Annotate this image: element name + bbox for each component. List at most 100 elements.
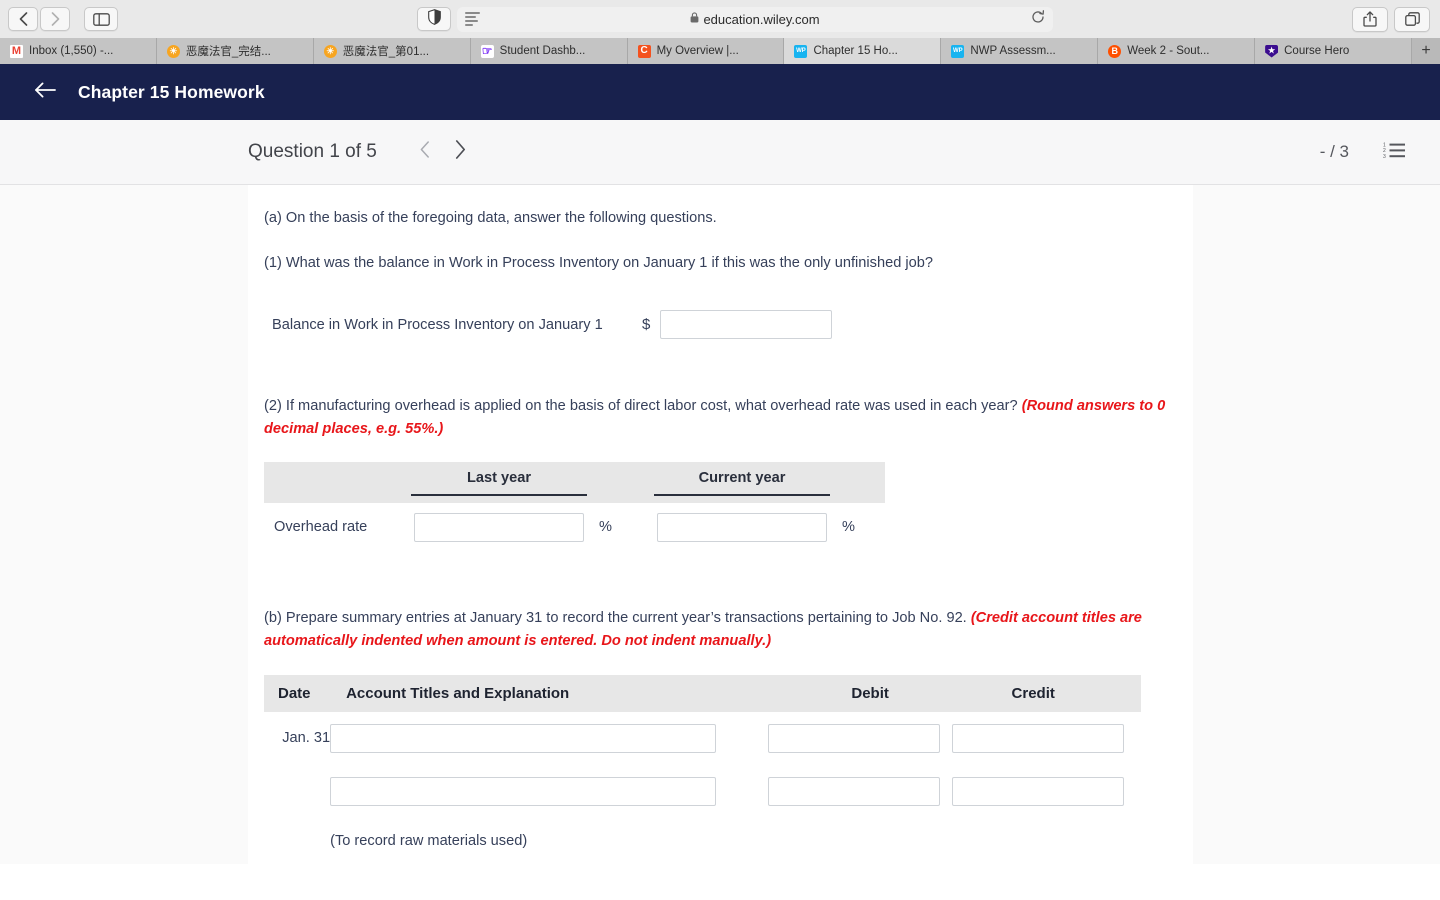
sidebar-toggle-button[interactable] [84, 7, 118, 31]
journal-note-date-cell [264, 818, 330, 864]
question-navigation-bar: Question 1 of 5 - / 3 1 2 3 [0, 120, 1440, 185]
svg-text:3: 3 [1383, 154, 1386, 159]
purple-swirl-icon: ☞ [480, 44, 494, 58]
browser-tab[interactable]: ☞ Student Dashb... [470, 38, 628, 64]
address-bar[interactable]: education.wiley.com [457, 6, 1053, 32]
journal-account-input[interactable] [330, 723, 717, 753]
back-button[interactable] [34, 81, 56, 104]
tab-title: Course Hero [1284, 45, 1350, 57]
journal-row-debit-cell [768, 712, 951, 765]
privacy-report-button[interactable] [417, 7, 451, 31]
overhead-header-last-year-label: Last year [411, 470, 587, 496]
arrow-left-icon [34, 81, 56, 104]
journal-credit-input[interactable] [951, 723, 1124, 753]
browser-tab[interactable]: ☀ 恶魔法官_完结... [156, 38, 314, 64]
tab-title: 恶魔法官_完结... [185, 46, 271, 58]
table-row: Jan. 31 [264, 712, 1141, 765]
score-display: - / 3 [1319, 142, 1349, 161]
browser-tab[interactable]: ★ Course Hero [1255, 38, 1413, 64]
tab-title: Student Dashb... [499, 45, 586, 57]
journal-row-account-cell [330, 765, 768, 818]
lock-icon [690, 10, 699, 28]
balance-input-row: Balance in Work in Process Inventory on … [264, 310, 1177, 340]
chevron-right-icon [455, 139, 466, 165]
journal-table-body: Jan. 31 (To record raw materials used) [264, 712, 1141, 864]
tab-overview-button[interactable] [1394, 6, 1430, 32]
tab-title: 恶魔法官_第01... [342, 46, 430, 58]
forward-button[interactable] [40, 7, 70, 31]
browser-tab[interactable]: C My Overview |... [627, 38, 785, 64]
address-bar-zone: education.wiley.com [118, 6, 1352, 32]
journal-table-head: Date Account Titles and Explanation Debi… [264, 674, 1141, 712]
table-row: (To record raw materials used) [264, 818, 1141, 864]
wileyplus-icon: WP [951, 44, 965, 58]
question-2-main: (2) If manufacturing overhead is applied… [264, 398, 1018, 415]
overhead-rate-current-year-input[interactable] [657, 512, 827, 542]
page-body: (a) On the basis of the foregoing data, … [0, 185, 1440, 864]
journal-row-debit-cell [768, 765, 951, 818]
overhead-header-last-year: Last year [399, 462, 599, 504]
coursehero-icon: ★ [1265, 44, 1279, 58]
percent-symbol-current-year: % [842, 519, 855, 536]
share-button[interactable] [1352, 6, 1388, 32]
chevron-left-icon [420, 140, 430, 164]
question-2-text: (2) If manufacturing overhead is applied… [264, 395, 1177, 440]
part-b-text: (b) Prepare summary entries at January 3… [264, 607, 1177, 652]
table-row [264, 765, 1141, 818]
question-counter: Question 1 of 5 [248, 141, 377, 162]
overhead-last-year-cell [399, 503, 599, 551]
currency-symbol: $ [642, 316, 651, 334]
part-b-main: (b) Prepare summary entries at January 3… [264, 610, 967, 627]
overhead-header-current-year-label: Current year [654, 470, 830, 496]
overhead-pct-header-2 [842, 462, 885, 504]
tab-strip: M Inbox (1,550) -... ☀ 恶魔法官_完结... ☀ 恶魔法官… [0, 38, 1440, 64]
journal-debit-input[interactable] [768, 776, 941, 806]
next-question-button[interactable] [443, 134, 479, 170]
previous-question-button[interactable] [407, 134, 443, 170]
app-header: Chapter 15 Homework [0, 64, 1440, 120]
overhead-table-body: Overhead rate % % [264, 503, 885, 551]
browser-tab-active[interactable]: WP Chapter 15 Ho... [784, 38, 942, 64]
reader-view-icon[interactable] [465, 12, 480, 26]
tab-title: Chapter 15 Ho... [813, 45, 898, 57]
journal-header-account: Account Titles and Explanation [330, 674, 769, 712]
balance-label: Balance in Work in Process Inventory on … [272, 316, 603, 333]
sidebar-toggle-icon [92, 12, 110, 26]
percent-symbol-last-year: % [599, 519, 612, 536]
journal-row-date [264, 765, 330, 818]
overhead-pct-header-1 [599, 462, 642, 504]
journal-row-date: Jan. 31 [282, 730, 331, 747]
journal-credit-input[interactable] [951, 776, 1124, 806]
back-button[interactable] [8, 7, 38, 31]
browser-chrome: education.wiley.com M Inbox (1,550) -...… [0, 0, 1440, 64]
journal-header-date: Date [264, 674, 331, 712]
reload-icon[interactable] [1031, 9, 1045, 29]
overhead-table-head: Last year Current year [264, 462, 885, 504]
browser-tab[interactable]: M Inbox (1,550) -... [0, 38, 157, 64]
tab-overview-icon [1404, 11, 1420, 27]
journal-row-credit-cell [951, 712, 1141, 765]
browser-tab[interactable]: B Week 2 - Sout... [1098, 38, 1256, 64]
tab-title: NWP Assessm... [970, 45, 1056, 57]
browser-tab[interactable]: WP NWP Assessm... [941, 38, 1099, 64]
chegg-icon: C [637, 44, 651, 58]
wileyplus-icon: WP [794, 44, 808, 58]
navigation-buttons [8, 7, 118, 31]
question-1-text: (1) What was the balance in Work in Proc… [264, 254, 933, 271]
overhead-rate-table: Last year Current year Overhead rate % % [264, 462, 885, 551]
orange-circle-icon: ☀ [166, 44, 180, 58]
journal-debit-input[interactable] [768, 723, 941, 753]
toolbar-right-buttons [1352, 6, 1430, 32]
share-icon [1363, 11, 1377, 27]
browser-tab[interactable]: ☀ 恶魔法官_第01... [313, 38, 471, 64]
journal-row-credit-cell [951, 765, 1141, 818]
overhead-blank-header [264, 462, 399, 504]
new-tab-button[interactable]: + [1412, 38, 1440, 64]
orange-circle-icon: ☀ [323, 44, 337, 58]
page-title: Chapter 15 Homework [78, 81, 265, 102]
balance-input[interactable] [660, 310, 833, 340]
right-gutter [1193, 185, 1440, 864]
question-list-button[interactable]: 1 2 3 [1383, 141, 1406, 164]
overhead-rate-last-year-input[interactable] [414, 512, 584, 542]
journal-account-input[interactable] [330, 776, 717, 806]
